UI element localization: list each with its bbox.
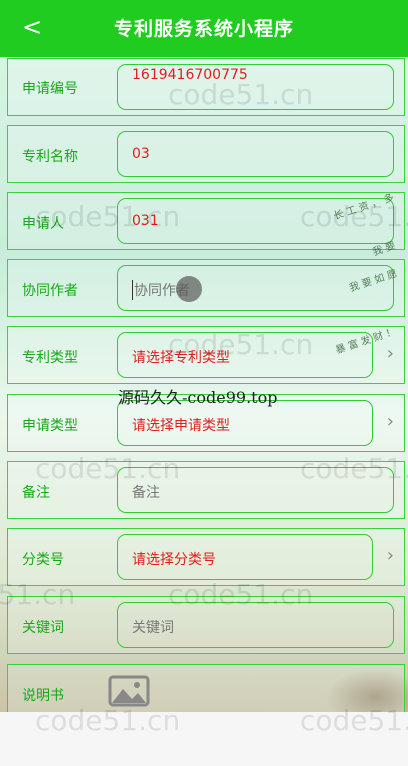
- class-no-select[interactable]: 请选择分类号: [117, 534, 373, 580]
- apply-no-label: 申请编号: [22, 81, 78, 97]
- chevron-right-icon[interactable]: ›: [387, 343, 394, 364]
- remark-placeholder: 备注: [132, 485, 160, 501]
- form-row-keywords: 关键词 关键词: [7, 596, 405, 654]
- form-row-applicant: 申请人 031: [7, 192, 405, 250]
- page-title: 专利服务系统小程序: [113, 18, 294, 40]
- remark-field[interactable]: 备注: [117, 467, 394, 513]
- patent-type-select[interactable]: 请选择专利类型: [117, 332, 373, 378]
- nav-bar: < 专利服务系统小程序: [0, 0, 408, 57]
- bottom-blank-area: [0, 712, 408, 766]
- description-label: 说明书: [22, 688, 64, 704]
- remark-label: 备注: [22, 485, 50, 501]
- class-no-value: 请选择分类号: [132, 552, 216, 568]
- apply-type-label: 申请类型: [22, 418, 78, 434]
- chevron-right-icon[interactable]: ›: [387, 411, 394, 432]
- image-placeholder-icon[interactable]: [107, 674, 151, 710]
- form-row-patent-type: 专利类型 请选择专利类型 ›: [7, 326, 405, 384]
- chevron-right-icon[interactable]: ›: [387, 545, 394, 566]
- form-row-class-no: 分类号 请选择分类号 ›: [7, 528, 405, 586]
- touch-indicator: [176, 276, 202, 302]
- form-row-description: 说明书: [7, 664, 405, 712]
- patent-name-value: 03: [132, 146, 150, 162]
- form-row-co-author: 协同作者 协同作者: [7, 259, 405, 317]
- keywords-placeholder: 关键词: [132, 620, 174, 636]
- form-row-apply-no: 申请编号 1619416700775: [7, 58, 405, 116]
- watermark-code99: 源码久久-code99.top: [118, 388, 278, 407]
- keywords-label: 关键词: [22, 620, 64, 636]
- patent-type-value: 请选择专利类型: [132, 350, 230, 366]
- apply-type-value: 请选择申请类型: [132, 418, 230, 434]
- apply-no-field[interactable]: 1619416700775: [117, 64, 394, 110]
- apply-no-value: 1619416700775: [132, 67, 248, 83]
- keywords-field[interactable]: 关键词: [117, 602, 394, 648]
- co-author-label: 协同作者: [22, 283, 78, 299]
- applicant-label: 申请人: [22, 216, 64, 232]
- patent-name-field[interactable]: 03: [117, 131, 394, 177]
- form-row-remark: 备注 备注: [7, 461, 405, 519]
- class-no-label: 分类号: [22, 552, 64, 568]
- patent-name-label: 专利名称: [22, 149, 78, 165]
- patent-type-label: 专利类型: [22, 350, 78, 366]
- applicant-value: 031: [132, 213, 159, 229]
- form-row-patent-name: 专利名称 03: [7, 125, 405, 183]
